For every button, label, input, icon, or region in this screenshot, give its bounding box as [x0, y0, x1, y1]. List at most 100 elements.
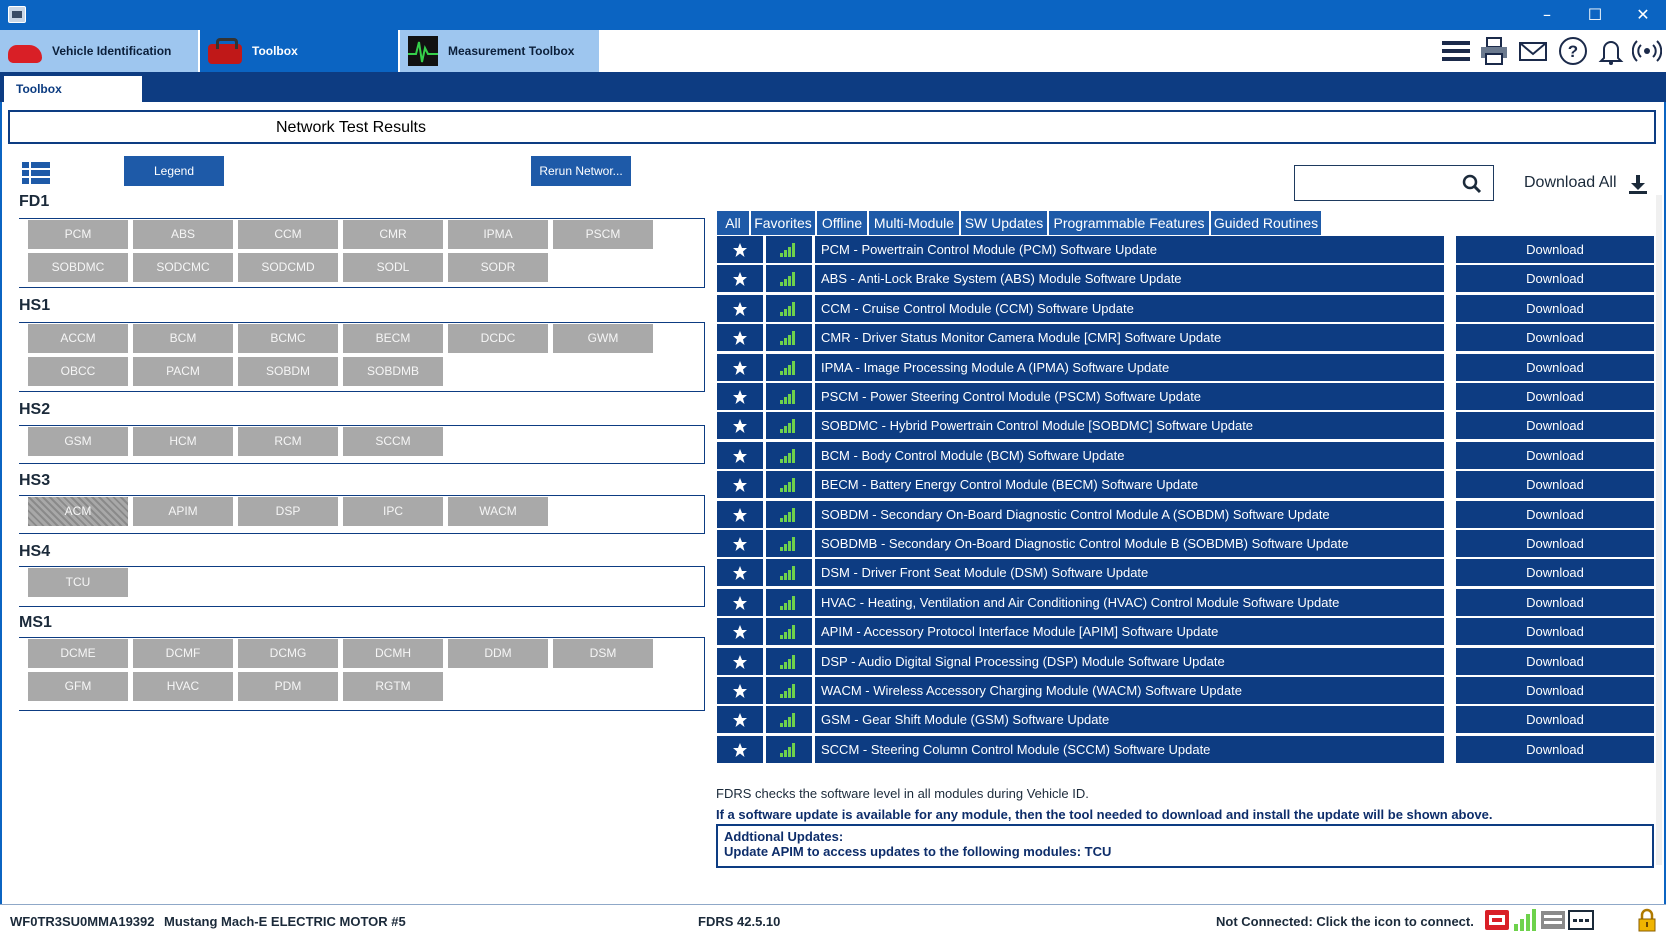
favorite-star-icon[interactable]	[717, 324, 763, 352]
lock-icon[interactable]	[1634, 908, 1660, 932]
table-row[interactable]: BECM - Battery Energy Control Module (BE…	[717, 471, 1654, 499]
module-button[interactable]: IPC	[343, 497, 443, 526]
module-button[interactable]: ACM	[28, 497, 128, 526]
download-button[interactable]: Download	[1456, 706, 1654, 734]
favorite-star-icon[interactable]	[717, 383, 763, 410]
module-button[interactable]: SOBDM	[238, 357, 338, 386]
download-button[interactable]: Download	[1456, 677, 1654, 704]
bell-icon[interactable]	[1596, 36, 1626, 66]
module-button[interactable]: HVAC	[133, 672, 233, 701]
module-button[interactable]: PCM	[28, 220, 128, 249]
table-row[interactable]: DSM - Driver Front Seat Module (DSM) Sof…	[717, 559, 1654, 587]
filter-tab[interactable]: Favorites	[751, 211, 817, 235]
minimize-button[interactable]: –	[1532, 4, 1562, 26]
favorite-star-icon[interactable]	[717, 471, 763, 499]
module-button[interactable]: DCMF	[133, 639, 233, 668]
module-button[interactable]: SODCMD	[238, 253, 338, 282]
table-row[interactable]: BCM - Body Control Module (BCM) Software…	[717, 441, 1654, 469]
table-row[interactable]: IPMA - Image Processing Module A (IPMA) …	[717, 353, 1654, 381]
module-button[interactable]: BCM	[133, 324, 233, 353]
favorite-star-icon[interactable]	[717, 735, 763, 763]
favorite-star-icon[interactable]	[717, 294, 763, 322]
module-button[interactable]: DCMH	[343, 639, 443, 668]
module-button[interactable]: BECM	[343, 324, 443, 353]
module-button[interactable]: RGTM	[343, 672, 443, 701]
module-button[interactable]: SODCMC	[133, 253, 233, 282]
help-icon[interactable]: ?	[1558, 36, 1588, 66]
table-row[interactable]: CMR - Driver Status Monitor Camera Modul…	[717, 324, 1654, 352]
module-button[interactable]: OBCC	[28, 357, 128, 386]
filter-tab[interactable]: All	[717, 211, 751, 235]
module-button[interactable]: DCMG	[238, 639, 338, 668]
module-button[interactable]: SOBDMB	[343, 357, 443, 386]
favorite-star-icon[interactable]	[717, 441, 763, 469]
favorite-star-icon[interactable]	[717, 236, 763, 263]
module-button[interactable]: TCU	[28, 568, 128, 597]
legend-button[interactable]: Legend	[124, 156, 224, 186]
download-button[interactable]: Download	[1456, 324, 1654, 352]
module-button[interactable]: DCDC	[448, 324, 548, 353]
module-button[interactable]: CMR	[343, 220, 443, 249]
tab-measurement-toolbox[interactable]: Measurement Toolbox	[400, 30, 601, 72]
list-view-icon[interactable]	[22, 162, 50, 184]
module-button[interactable]: ACCM	[28, 324, 128, 353]
module-button[interactable]: GFM	[28, 672, 128, 701]
close-button[interactable]: ✕	[1628, 4, 1658, 26]
download-icon[interactable]	[1628, 174, 1648, 194]
module-button[interactable]: PDM	[238, 672, 338, 701]
favorite-star-icon[interactable]	[717, 706, 763, 734]
table-row[interactable]: WACM - Wireless Accessory Charging Modul…	[717, 677, 1654, 704]
download-button[interactable]: Download	[1456, 647, 1654, 675]
download-button[interactable]: Download	[1456, 530, 1654, 557]
filter-tab[interactable]: Multi-Module	[869, 211, 961, 235]
download-button[interactable]: Download	[1456, 618, 1654, 646]
table-row[interactable]: SOBDMB - Secondary On-Board Diagnostic C…	[717, 530, 1654, 557]
mail-icon[interactable]	[1518, 36, 1548, 66]
download-button[interactable]: Download	[1456, 471, 1654, 499]
download-button[interactable]: Download	[1456, 735, 1654, 763]
download-button[interactable]: Download	[1456, 441, 1654, 469]
module-button[interactable]: DSP	[238, 497, 338, 526]
printer-icon[interactable]	[1479, 36, 1509, 66]
table-row[interactable]: DSP - Audio Digital Signal Processing (D…	[717, 647, 1654, 675]
module-button[interactable]: GSM	[28, 427, 128, 456]
menu-icon[interactable]	[1441, 36, 1471, 66]
search-icon[interactable]	[1460, 172, 1484, 196]
module-button[interactable]: DSM	[553, 639, 653, 668]
tab-toolbox-sub[interactable]: Toolbox	[4, 76, 142, 102]
module-button[interactable]: SODL	[343, 253, 443, 282]
favorite-star-icon[interactable]	[717, 647, 763, 675]
module-button[interactable]: RCM	[238, 427, 338, 456]
favorite-star-icon[interactable]	[717, 265, 763, 293]
download-all-button[interactable]: Download All	[1524, 174, 1617, 192]
module-button[interactable]: DDM	[448, 639, 548, 668]
table-row[interactable]: SCCM - Steering Column Control Module (S…	[717, 735, 1654, 763]
download-button[interactable]: Download	[1456, 265, 1654, 293]
favorite-star-icon[interactable]	[717, 353, 763, 381]
filter-tab[interactable]: SW Updates	[961, 211, 1049, 235]
download-button[interactable]: Download	[1456, 412, 1654, 440]
download-button[interactable]: Download	[1456, 500, 1654, 528]
module-button[interactable]: BCMC	[238, 324, 338, 353]
filter-tab[interactable]: Offline	[817, 211, 869, 235]
rerun-network-button[interactable]: Rerun Networ...	[531, 156, 631, 186]
table-row[interactable]: ABS - Anti-Lock Brake System (ABS) Modul…	[717, 265, 1654, 293]
module-button[interactable]: SOBDMC	[28, 253, 128, 282]
table-row[interactable]: GSM - Gear Shift Module (GSM) Software U…	[717, 706, 1654, 734]
favorite-star-icon[interactable]	[717, 618, 763, 646]
module-button[interactable]: CCM	[238, 220, 338, 249]
vci-icon[interactable]	[1484, 908, 1510, 932]
download-button[interactable]: Download	[1456, 353, 1654, 381]
download-button[interactable]: Download	[1456, 588, 1654, 616]
download-button[interactable]: Download	[1456, 294, 1654, 322]
favorite-star-icon[interactable]	[717, 588, 763, 616]
download-button[interactable]: Download	[1456, 236, 1654, 263]
download-button[interactable]: Download	[1456, 559, 1654, 587]
tab-vehicle-identification[interactable]: Vehicle Identification	[0, 30, 200, 72]
module-button[interactable]: ABS	[133, 220, 233, 249]
wireless-icon[interactable]	[1631, 36, 1663, 66]
table-row[interactable]: PSCM - Power Steering Control Module (PS…	[717, 383, 1654, 410]
table-row[interactable]: SOBDM - Secondary On-Board Diagnostic Co…	[717, 500, 1654, 528]
table-row[interactable]: CCM - Cruise Control Module (CCM) Softwa…	[717, 294, 1654, 322]
favorite-star-icon[interactable]	[717, 500, 763, 528]
